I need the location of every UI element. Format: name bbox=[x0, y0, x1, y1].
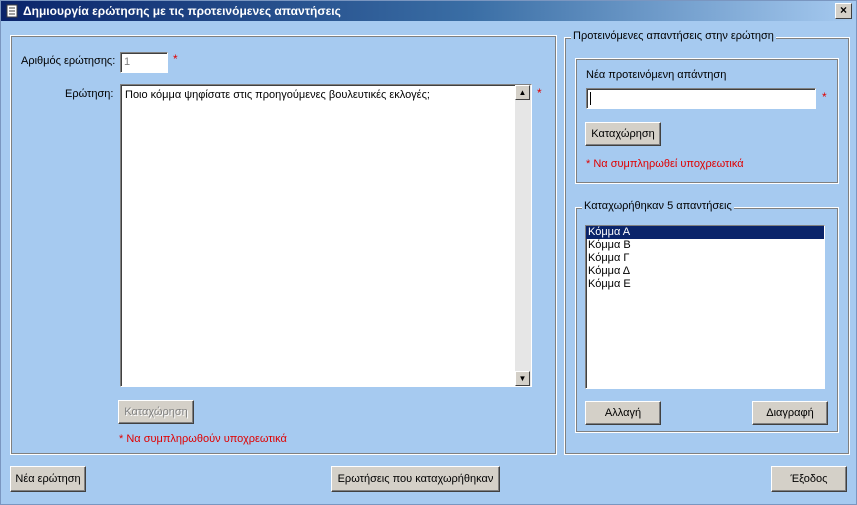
required-note: * Να συμπληρωθεί υποχρεωτικά bbox=[586, 158, 744, 170]
question-number-field[interactable]: 1 bbox=[120, 52, 168, 73]
textarea-scrollbar[interactable]: ▲ ▼ bbox=[515, 85, 531, 386]
answers-group-title: Προτεινόμενες απαντήσεις στην ερώτηση bbox=[571, 30, 776, 42]
required-mark: * bbox=[822, 90, 827, 104]
delete-answer-button[interactable]: Διαγραφή bbox=[752, 401, 828, 425]
answers-listbox[interactable]: Κόμμα Α Κόμμα Β Κόμμα Γ Κόμμα Δ Κόμμα Ε bbox=[585, 225, 825, 389]
list-item[interactable]: Κόμμα Β bbox=[586, 239, 824, 252]
answers-list-group: Καταχωρήθηκαν 5 απαντήσεις Κόμμα Α Κόμμα… bbox=[575, 200, 839, 433]
form-icon bbox=[5, 4, 19, 18]
list-item[interactable]: Κόμμα Ε bbox=[586, 278, 824, 291]
question-textarea[interactable]: Ποιο κόμμα ψηφίσατε στις προηγούμενες βο… bbox=[120, 84, 532, 387]
saved-questions-button[interactable]: Ερωτήσεις που καταχωρήθηκαν bbox=[331, 466, 500, 492]
new-answer-group: Νέα προτεινόμενη απάντηση * Καταχώρηση *… bbox=[575, 58, 839, 184]
question-group: Αριθμός ερώτησης: 1 * Ερώτηση: Ποιο κόμμ… bbox=[10, 35, 557, 455]
save-answer-button[interactable]: Καταχώρηση bbox=[585, 122, 661, 146]
list-item[interactable]: Κόμμα Α bbox=[586, 226, 824, 239]
close-button[interactable]: × bbox=[835, 3, 852, 19]
new-question-button[interactable]: Νέα ερώτηση bbox=[10, 466, 86, 492]
question-text-value: Ποιο κόμμα ψηφίσατε στις προηγούμενες βο… bbox=[125, 89, 430, 101]
list-item[interactable]: Κόμμα Γ bbox=[586, 252, 824, 265]
question-number-label: Αριθμός ερώτησης: bbox=[21, 55, 116, 67]
scroll-up-icon[interactable]: ▲ bbox=[515, 85, 530, 100]
required-note: * Να συμπληρωθούν υποχρεωτικά bbox=[119, 433, 287, 445]
answers-count-title: Καταχωρήθηκαν 5 απαντήσεις bbox=[582, 200, 734, 212]
list-item[interactable]: Κόμμα Δ bbox=[586, 265, 824, 278]
new-answer-input[interactable] bbox=[586, 88, 816, 109]
required-mark: * bbox=[173, 52, 178, 66]
exit-button[interactable]: Έξοδος bbox=[771, 466, 847, 492]
title-bar: Δημιουργία ερώτησης με τις προτεινόμενες… bbox=[1, 1, 856, 21]
close-icon: × bbox=[839, 3, 847, 17]
required-mark: * bbox=[537, 86, 542, 100]
edit-answer-button[interactable]: Αλλαγή bbox=[585, 401, 661, 425]
dialog-window: Δημιουργία ερώτησης με τις προτεινόμενες… bbox=[0, 0, 857, 505]
question-number-value: 1 bbox=[124, 56, 131, 68]
window-title: Δημιουργία ερώτησης με τις προτεινόμενες… bbox=[23, 4, 341, 18]
text-cursor bbox=[590, 92, 591, 105]
new-answer-label: Νέα προτεινόμενη απάντηση bbox=[586, 69, 727, 81]
save-question-button[interactable]: Καταχώρηση bbox=[118, 400, 194, 424]
scroll-down-icon[interactable]: ▼ bbox=[515, 371, 530, 386]
question-text-label: Ερώτηση: bbox=[65, 88, 114, 100]
answers-group: Προτεινόμενες απαντήσεις στην ερώτηση Νέ… bbox=[564, 30, 850, 455]
